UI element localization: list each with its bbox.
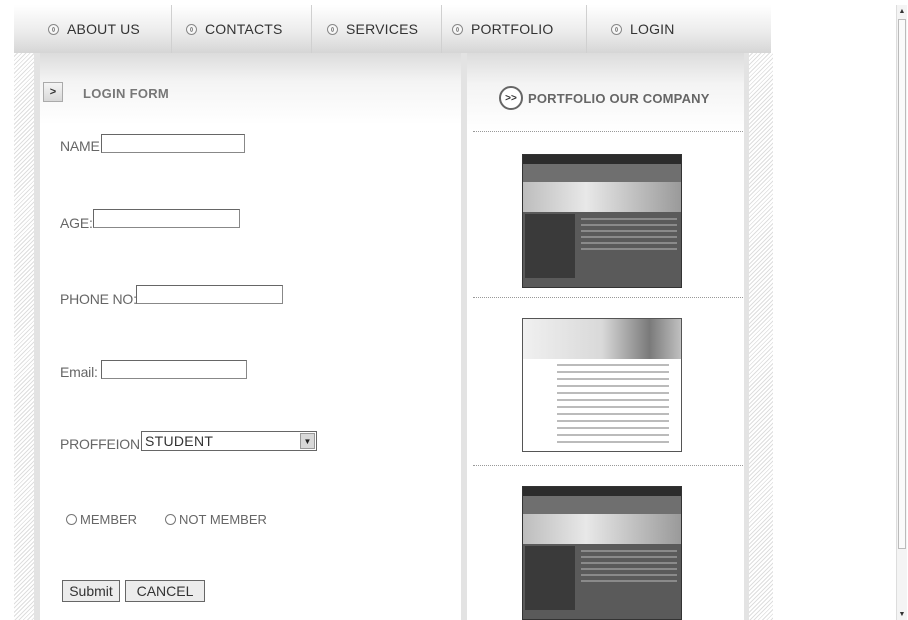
thumbnail-body bbox=[523, 212, 681, 282]
thumbnail-text bbox=[581, 218, 677, 254]
portfolio-title: PORTFOLIO OUR COMPANY bbox=[528, 91, 710, 106]
left-hatch-decoration bbox=[14, 53, 34, 620]
submit-button[interactable]: Submit bbox=[62, 580, 120, 602]
nav-item-login[interactable]: LOGIN bbox=[587, 5, 771, 53]
login-form-header: > LOGIN FORM bbox=[40, 53, 461, 125]
phone-label: PHONE NO: bbox=[60, 291, 137, 307]
nav-item-portfolio[interactable]: PORTFOLIO bbox=[442, 5, 587, 53]
top-nav: ABOUT US CONTACTS SERVICES PORTFOLIO LOG… bbox=[14, 5, 771, 54]
nav-bullet-icon bbox=[327, 23, 338, 35]
thumbnail-banner bbox=[523, 514, 681, 544]
scrollbar-thumb[interactable] bbox=[898, 19, 906, 549]
age-input[interactable] bbox=[93, 209, 240, 228]
chevron-right-icon: > bbox=[43, 82, 63, 102]
page-scrollbar[interactable]: ▲ ▼ bbox=[896, 5, 907, 620]
thumbnail-nav bbox=[523, 496, 681, 514]
name-input[interactable] bbox=[101, 134, 245, 153]
portfolio-panel-edge bbox=[744, 53, 749, 620]
thumbnail-banner bbox=[523, 319, 681, 359]
email-label: Email: bbox=[60, 364, 98, 380]
profession-select[interactable]: STUDENT ▼ bbox=[141, 431, 317, 451]
profession-select-value: STUDENT bbox=[145, 433, 214, 449]
chevron-down-icon[interactable]: ▼ bbox=[300, 433, 315, 449]
nav-bullet-icon bbox=[452, 23, 463, 35]
nav-item-about-us[interactable]: ABOUT US bbox=[14, 5, 172, 53]
nav-item-label: CONTACTS bbox=[205, 21, 283, 37]
nav-item-contacts[interactable]: CONTACTS bbox=[172, 5, 312, 53]
thumbnail-nav bbox=[523, 164, 681, 182]
nav-item-services[interactable]: SERVICES bbox=[312, 5, 442, 53]
member-radio[interactable] bbox=[66, 514, 77, 525]
cancel-button[interactable]: CANCEL bbox=[125, 580, 205, 602]
thumbnail-topbar bbox=[523, 487, 681, 496]
email-input[interactable] bbox=[101, 360, 247, 379]
thumbnail-sidebar bbox=[525, 214, 575, 278]
name-label: NAME bbox=[60, 138, 100, 154]
login-form-title: LOGIN FORM bbox=[83, 86, 170, 101]
portfolio-thumbnail[interactable] bbox=[522, 154, 682, 288]
portfolio-thumbnail[interactable] bbox=[522, 318, 682, 452]
scroll-up-icon[interactable]: ▲ bbox=[897, 5, 907, 17]
thumbnail-banner bbox=[523, 182, 681, 212]
separator bbox=[473, 297, 743, 298]
thumbnail-topbar bbox=[523, 155, 681, 164]
nav-item-label: ABOUT US bbox=[67, 21, 140, 37]
thumbnail-text bbox=[581, 550, 677, 586]
portfolio-header: >> PORTFOLIO OUR COMPANY bbox=[467, 53, 747, 131]
nav-bullet-icon bbox=[611, 23, 622, 35]
nav-item-label: LOGIN bbox=[630, 21, 675, 37]
separator bbox=[473, 131, 743, 132]
portfolio-thumbnail[interactable] bbox=[522, 486, 682, 620]
nav-item-label: PORTFOLIO bbox=[471, 21, 554, 37]
double-chevron-right-icon[interactable]: >> bbox=[499, 86, 523, 110]
nav-item-label: SERVICES bbox=[346, 21, 419, 37]
not-member-radio-label: NOT MEMBER bbox=[179, 512, 267, 527]
right-hatch-decoration bbox=[749, 53, 773, 620]
age-label: AGE: bbox=[60, 215, 93, 231]
phone-input[interactable] bbox=[136, 285, 283, 304]
thumbnail-body bbox=[523, 544, 681, 614]
thumbnail-sidebar bbox=[525, 546, 575, 610]
separator bbox=[473, 465, 743, 466]
profession-label: PROFFEION: bbox=[60, 436, 144, 452]
nav-bullet-icon bbox=[48, 23, 59, 35]
member-radio-label: MEMBER bbox=[80, 512, 138, 527]
scroll-down-icon[interactable]: ▼ bbox=[897, 608, 907, 620]
not-member-radio[interactable] bbox=[165, 514, 176, 525]
portfolio-panel: >> PORTFOLIO OUR COMPANY bbox=[467, 53, 747, 620]
nav-bullet-icon bbox=[186, 23, 197, 35]
